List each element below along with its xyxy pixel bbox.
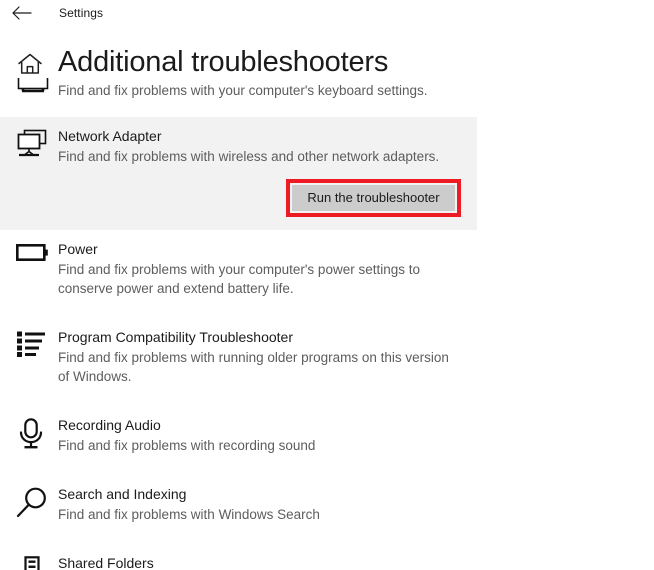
list-item-text: Network Adapter Find and fix problems wi… bbox=[0, 127, 477, 166]
list-item-keyboard-description: Find and fix problems with your computer… bbox=[58, 83, 428, 98]
keyboard-icon bbox=[16, 78, 50, 94]
server-icon bbox=[16, 556, 50, 570]
settings-window: Settings Additional troubleshooters Find… bbox=[0, 0, 654, 570]
list-item-description: Find and fix problems with wireless and … bbox=[58, 149, 440, 164]
list-item-title: Recording Audio bbox=[58, 417, 161, 433]
list-item-recording-audio[interactable]: Recording Audio Find and fix problems wi… bbox=[0, 406, 654, 465]
list-item-power[interactable]: Power Find and fix problems with your co… bbox=[0, 230, 654, 308]
page-title: Additional troubleshooters bbox=[58, 46, 389, 78]
microphone-icon bbox=[16, 418, 50, 452]
home-icon[interactable] bbox=[17, 52, 43, 76]
list-item-title: Program Compatibility Troubleshooter bbox=[58, 329, 293, 345]
list-item-shared-folders[interactable]: Shared Folders Find and fix problems wit… bbox=[0, 544, 654, 570]
list-item-search-indexing[interactable]: Search and Indexing Find and fix problem… bbox=[0, 475, 654, 534]
list-item-program-compatibility[interactable]: Program Compatibility Troubleshooter Fin… bbox=[0, 318, 654, 396]
run-troubleshooter-button[interactable]: Run the troubleshooter bbox=[292, 185, 455, 211]
list-item-text: Recording Audio Find and fix problems wi… bbox=[0, 416, 654, 455]
list-icon bbox=[16, 330, 50, 364]
title-bar: Settings bbox=[0, 0, 654, 26]
list-item-title: Search and Indexing bbox=[58, 486, 187, 502]
list-item-text: Search and Indexing Find and fix problem… bbox=[0, 485, 654, 524]
list-item-keyboard[interactable]: Find and fix problems with your computer… bbox=[0, 76, 654, 110]
back-arrow-icon bbox=[12, 6, 32, 20]
list-item-description: Find and fix problems with your computer… bbox=[58, 262, 420, 296]
list-item-text: Program Compatibility Troubleshooter Fin… bbox=[0, 328, 654, 386]
back-button[interactable] bbox=[0, 0, 44, 26]
troubleshooter-list: Network Adapter Find and fix problems wi… bbox=[0, 117, 654, 570]
search-icon bbox=[16, 487, 50, 521]
list-item-title: Network Adapter bbox=[58, 128, 162, 144]
list-item-title: Shared Folders bbox=[58, 555, 154, 570]
list-item-description: Find and fix problems with running older… bbox=[58, 350, 449, 384]
list-item-title: Power bbox=[58, 241, 98, 257]
network-adapter-icon bbox=[16, 129, 50, 163]
list-item-description: Find and fix problems with recording sou… bbox=[58, 438, 316, 453]
list-item-description: Find and fix problems with Windows Searc… bbox=[58, 507, 320, 522]
list-item-text: Shared Folders Find and fix problems wit… bbox=[0, 554, 654, 570]
list-item-network-adapter[interactable]: Network Adapter Find and fix problems wi… bbox=[0, 117, 477, 230]
app-title: Settings bbox=[59, 6, 104, 20]
action-area: Run the troubleshooter bbox=[0, 166, 477, 222]
list-item-text: Power Find and fix problems with your co… bbox=[0, 240, 654, 298]
battery-icon bbox=[16, 242, 50, 276]
